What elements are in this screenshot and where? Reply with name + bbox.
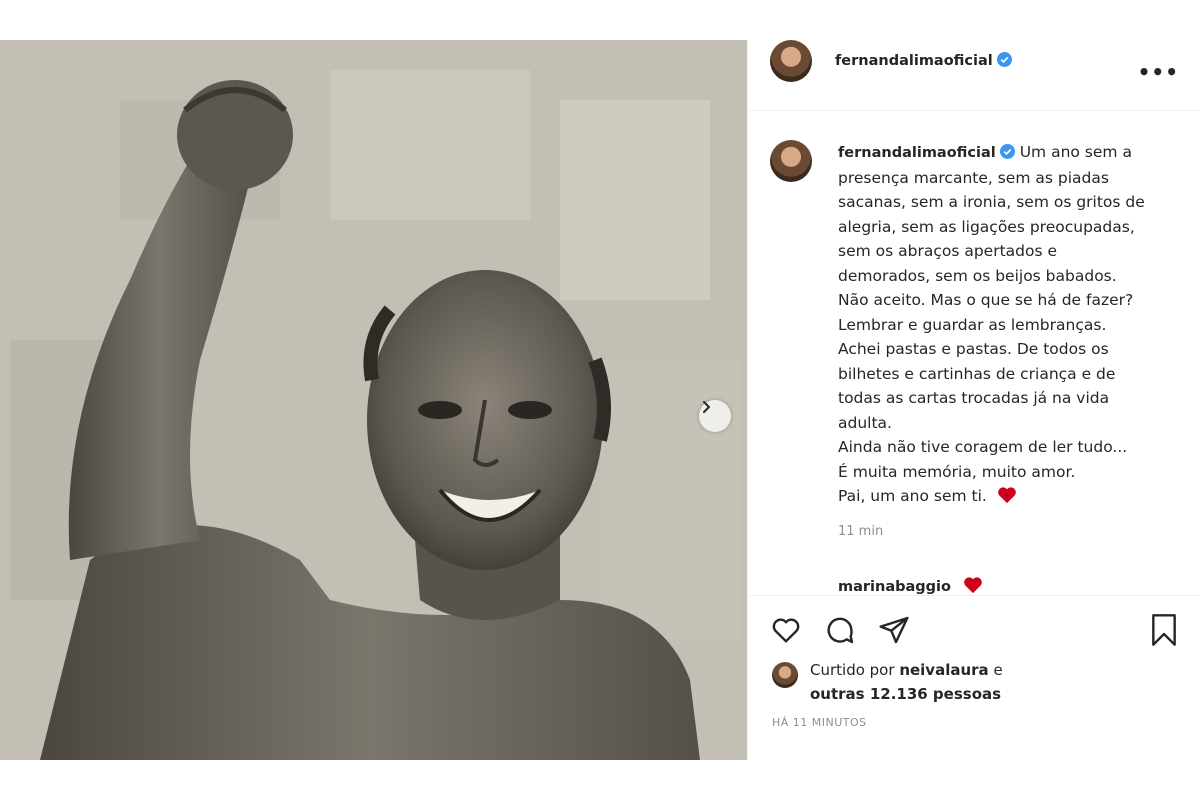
author-username[interactable]: fernandalimaoficial — [835, 53, 993, 69]
caption-line: sacanas, sem a ironia, sem os gritos de — [838, 193, 1145, 211]
post-photo[interactable] — [0, 40, 747, 760]
likes-summary: Curtido por neivalaura e outras 12.136 p… — [810, 658, 1060, 706]
likes-prefix: Curtido por — [810, 661, 895, 679]
verified-badge-icon — [996, 52, 1012, 67]
post-actions-area: Curtido por neivalaura e outras 12.136 p… — [748, 595, 1200, 761]
author-name-row: fernandalimaoficial — [835, 50, 1012, 69]
liker-avatar[interactable] — [772, 662, 798, 688]
caption-line: adulta. — [838, 413, 892, 432]
author-avatar[interactable] — [770, 40, 812, 82]
caption-line: Um ano sem a — [1019, 143, 1132, 161]
likes-count-link[interactable]: outras 12.136 pessoas — [810, 685, 1001, 703]
caption-line: bilhetes e cartinhas de criança e de — [838, 364, 1116, 383]
post-caption: fernandalimaoficial Um ano sem a presenç… — [838, 140, 1168, 509]
caption-timestamp[interactable]: 11 min — [838, 524, 883, 539]
heart-icon[interactable] — [770, 614, 802, 646]
caption-line: Ainda não tive coragem de ler tudo... — [838, 438, 1128, 456]
caption-line: Não aceito. Mas o que se há de fazer? — [838, 291, 1134, 309]
red-heart-emoji — [997, 487, 1016, 504]
more-options-button[interactable]: ••• — [1138, 60, 1179, 84]
verified-badge-icon — [999, 144, 1015, 159]
caption-line: É muita memória, muito amor. — [838, 462, 1076, 481]
commenter-username-text[interactable]: marinabaggio — [838, 579, 951, 595]
red-heart-emoji — [964, 577, 982, 594]
caption-line: Lembrar e guardar as lembranças. — [838, 315, 1107, 334]
commenter-username: marinabaggio — [838, 576, 984, 595]
comments-section: fernandalimaoficial Um ano sem a presenç… — [748, 110, 1200, 595]
caption-author-username[interactable]: fernandalimaoficial — [838, 145, 996, 161]
caption-line: todas as cartas trocadas já na vida — [838, 389, 1110, 407]
next-photo-button[interactable] — [699, 400, 731, 432]
caption-line: demorados, sem os beijos babados. — [838, 266, 1117, 285]
caption-line: presença marcante, sem as piadas — [838, 168, 1109, 187]
comment-icon[interactable] — [824, 614, 856, 646]
likes-connector: e — [993, 661, 1003, 679]
chevron-right-icon — [703, 401, 710, 413]
post-header: fernandalimaoficial ••• — [748, 40, 1200, 111]
photo-illustration — [0, 40, 747, 760]
caption-line: sem os abraços apertados e — [838, 242, 1058, 260]
caption-line: alegria, sem as ligações preocupadas, — [838, 217, 1135, 236]
share-icon[interactable] — [878, 614, 910, 646]
bookmark-icon[interactable] — [1148, 612, 1180, 648]
caption-line: Pai, um ano sem ti. — [838, 487, 987, 505]
caption-author-avatar[interactable] — [770, 140, 812, 182]
post-timestamp[interactable]: HÁ 11 MINUTOS — [772, 716, 867, 729]
instagram-post: fernandalimaoficial ••• fernandalimaofic… — [0, 40, 1200, 760]
post-side-panel: fernandalimaoficial ••• fernandalimaofic… — [747, 40, 1200, 760]
caption-line: Achei pastas e pastas. De todos os — [838, 340, 1109, 358]
liker-username[interactable]: neivalaura — [899, 661, 988, 679]
